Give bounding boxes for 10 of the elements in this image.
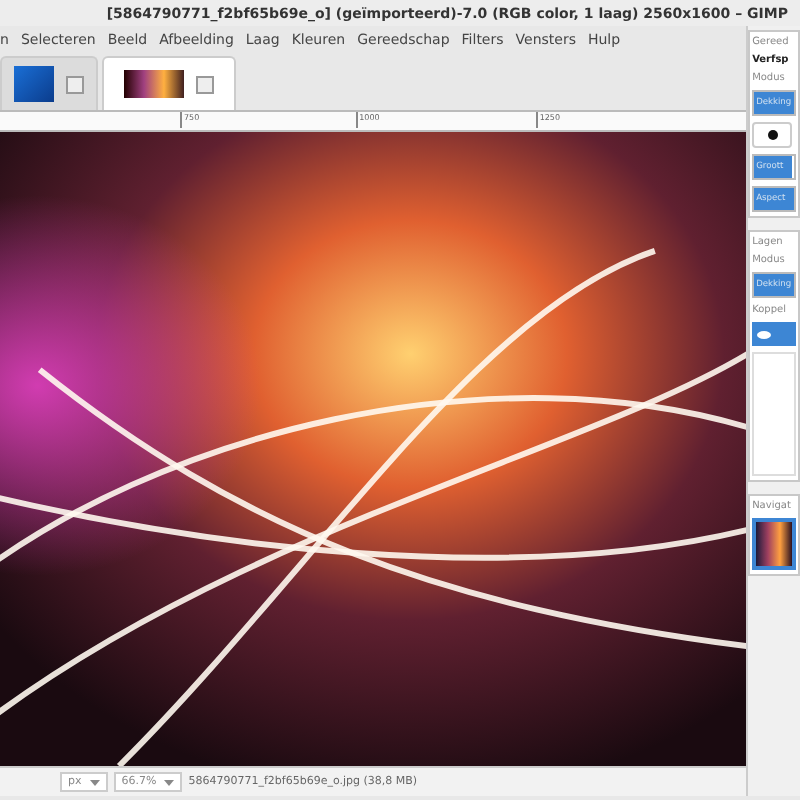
- image-tab[interactable]: [0, 56, 98, 110]
- caret-icon: [164, 779, 175, 785]
- image-tab[interactable]: [102, 56, 236, 110]
- thumbnail-icon: [14, 66, 54, 102]
- brush-icon[interactable]: [752, 122, 793, 148]
- layer-row[interactable]: [752, 322, 796, 346]
- caret-icon: [89, 779, 100, 785]
- thumbnail-icon: [124, 70, 184, 98]
- eye-icon[interactable]: [756, 329, 773, 339]
- navigation-preview[interactable]: [752, 518, 796, 570]
